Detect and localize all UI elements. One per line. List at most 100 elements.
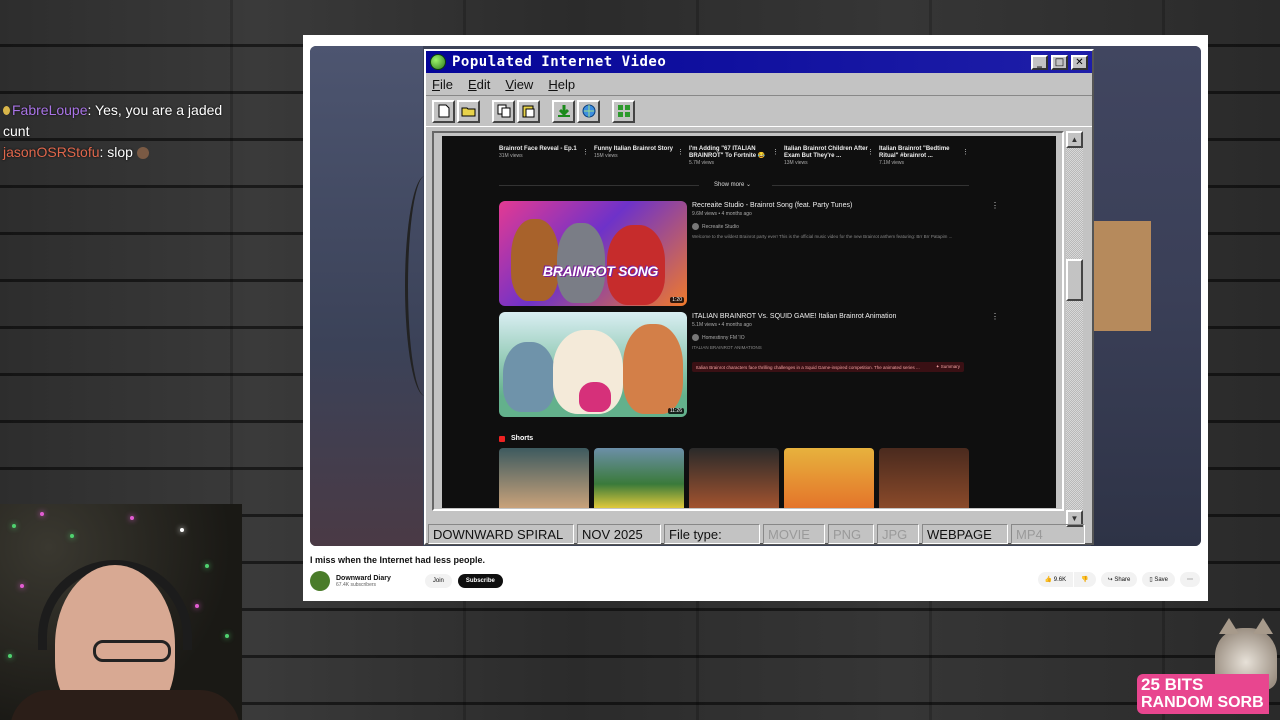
video-duration: 1:20 bbox=[670, 297, 684, 303]
channel-row: Downward Diary 67.4K subscribers Join Su… bbox=[310, 571, 503, 591]
ai-summary-bar[interactable]: Italian Brainrot characters face thrilli… bbox=[692, 362, 964, 372]
more-options-icon[interactable]: ⋮ bbox=[772, 148, 779, 156]
short-views: 31M views bbox=[499, 153, 523, 159]
divider bbox=[499, 185, 699, 186]
menu-file[interactable]: File bbox=[432, 77, 453, 92]
thumbnail-figure bbox=[579, 382, 611, 412]
chat-overlay: FabreLoupe: Yes, you are a jaded cunt ja… bbox=[0, 100, 240, 163]
short-card[interactable]: Italian Brainrot "Bedtime Ritual" #brain… bbox=[879, 136, 969, 166]
like-button[interactable]: 👍 9.6K bbox=[1037, 572, 1074, 587]
network-icon[interactable] bbox=[612, 99, 635, 123]
file-type-webpage[interactable]: WEBPAGE bbox=[922, 524, 1008, 544]
menu-view[interactable]: View bbox=[505, 77, 533, 92]
video-meta: 5.1M views • 4 months ago bbox=[692, 322, 752, 328]
summary-text: Italian Brainrot characters face thrilli… bbox=[696, 364, 920, 370]
video-description: ITALIAN BRAINROT ANIMATIONS bbox=[692, 345, 762, 350]
video-thumbnail[interactable]: BRAINROT SONG 1:20 bbox=[499, 201, 687, 306]
shorts-header: Shorts bbox=[499, 435, 533, 442]
share-button[interactable]: ↪ Share bbox=[1100, 572, 1138, 587]
retro-browser-window: Populated Internet Video _ □ ✕ File Edit… bbox=[424, 49, 1094, 545]
short-thumbnail[interactable] bbox=[879, 448, 969, 508]
browser-viewport: Brainrot Face Reveal - Ep.1 31M views ⋮ … bbox=[432, 131, 1064, 511]
file-type-jpg[interactable]: JPG bbox=[877, 524, 919, 544]
youtube-watch-page: Populated Internet Video _ □ ✕ File Edit… bbox=[303, 35, 1208, 601]
more-actions-button[interactable]: ⋯ bbox=[1180, 572, 1200, 587]
globe-refresh-icon[interactable] bbox=[577, 99, 600, 123]
video-result[interactable]: 11:26 ITALIAN BRAINROT Vs. SQUID GAME! I… bbox=[499, 312, 999, 417]
chat-text: : slop bbox=[99, 144, 133, 160]
emote-icon bbox=[136, 147, 149, 160]
short-card[interactable]: Funny Italian Brainrot Story 15M views ⋮ bbox=[594, 136, 684, 164]
short-views: 13M views bbox=[784, 160, 808, 166]
status-bar: DOWNWARD SPIRAL NOV 2025 File type: MOVI… bbox=[428, 523, 1090, 545]
bits-amount: 25 BITS bbox=[1141, 675, 1204, 694]
save-button[interactable]: ▯ Save bbox=[1142, 572, 1175, 587]
short-thumbnail[interactable] bbox=[784, 448, 874, 508]
more-options-icon[interactable]: ⋮ bbox=[867, 148, 874, 156]
embedded-youtube-page[interactable]: Brainrot Face Reveal - Ep.1 31M views ⋮ … bbox=[442, 136, 1056, 508]
short-card[interactable]: Italian Brainrot Children After Exam But… bbox=[784, 136, 874, 166]
video-title[interactable]: ITALIAN BRAINROT Vs. SQUID GAME! Italian… bbox=[692, 312, 967, 321]
short-title: Brainrot Face Reveal - Ep.1 bbox=[499, 146, 577, 152]
channel-name: Homestinny FM 'IO bbox=[702, 334, 745, 341]
action-bar: 👍 9.6K 👎 ↪ Share ▯ Save ⋯ bbox=[1033, 572, 1200, 587]
short-thumbnail[interactable] bbox=[594, 448, 684, 508]
more-options-icon[interactable]: ⋮ bbox=[677, 148, 684, 156]
channel-name[interactable]: Downward Diary bbox=[336, 575, 391, 582]
menu-help[interactable]: Help bbox=[548, 77, 575, 92]
channel-avatar bbox=[692, 223, 699, 230]
scroll-up-icon[interactable]: ▲ bbox=[1066, 131, 1083, 148]
short-card[interactable]: Brainrot Face Reveal - Ep.1 31M views ⋮ bbox=[499, 136, 589, 164]
video-duration: 11:26 bbox=[667, 408, 684, 414]
video-title[interactable]: Recreaite Studio - Brainrot Song (feat. … bbox=[692, 201, 967, 210]
thumbs-down-icon: 👎 bbox=[1081, 577, 1089, 583]
cat-ear bbox=[1253, 618, 1273, 634]
window-titlebar[interactable]: Populated Internet Video _ □ ✕ bbox=[426, 51, 1092, 73]
short-thumbnail[interactable] bbox=[689, 448, 779, 508]
channel-avatar[interactable] bbox=[310, 571, 330, 591]
short-card[interactable]: I'm Adding "67 ITALIAN BRAINROT" To Fort… bbox=[689, 136, 779, 166]
subscribe-button[interactable]: Subscribe bbox=[457, 574, 503, 588]
minimize-button[interactable]: _ bbox=[1031, 54, 1048, 70]
short-title: Funny Italian Brainrot Story bbox=[594, 146, 674, 152]
divider bbox=[772, 185, 969, 186]
status-date: NOV 2025 bbox=[577, 524, 661, 544]
channel-name: Recreaite Studio bbox=[702, 223, 739, 230]
paste-icon[interactable] bbox=[517, 99, 540, 123]
summary-label: ✦ Summary bbox=[935, 364, 960, 369]
maximize-button[interactable]: □ bbox=[1051, 54, 1068, 70]
copy-icon[interactable] bbox=[492, 99, 515, 123]
short-thumbnail[interactable] bbox=[499, 448, 589, 508]
subscriber-count: 67.4K subscribers bbox=[336, 581, 377, 588]
new-document-icon[interactable] bbox=[432, 99, 455, 123]
channel-avatar bbox=[692, 334, 699, 341]
close-button[interactable]: ✕ bbox=[1071, 54, 1088, 70]
file-type-movie[interactable]: MOVIE bbox=[763, 524, 825, 544]
file-type-png[interactable]: PNG bbox=[828, 524, 874, 544]
chat-message: jasonOSRStofu: slop bbox=[0, 142, 240, 163]
download-icon[interactable] bbox=[552, 99, 575, 123]
more-options-icon[interactable]: ⋮ bbox=[991, 201, 999, 210]
scroll-thumb[interactable] bbox=[1066, 259, 1083, 301]
vertical-scrollbar[interactable]: ▲ ▼ bbox=[1066, 131, 1083, 527]
video-result[interactable]: BRAINROT SONG 1:20 Recreaite Studio - Br… bbox=[499, 201, 999, 306]
more-options-icon[interactable]: ⋮ bbox=[962, 148, 969, 156]
video-channel[interactable]: Recreaite Studio bbox=[692, 223, 967, 230]
video-thumbnail[interactable]: 11:26 bbox=[499, 312, 687, 417]
video-player[interactable]: Populated Internet Video _ □ ✕ File Edit… bbox=[310, 46, 1201, 546]
chat-badge-icon bbox=[3, 106, 10, 115]
more-options-icon[interactable]: ⋮ bbox=[991, 312, 999, 321]
video-title: I miss when the Internet had less people… bbox=[310, 555, 486, 565]
menu-edit[interactable]: Edit bbox=[468, 77, 490, 92]
thumbnail-figure bbox=[623, 324, 683, 414]
status-file-type-label: File type: bbox=[664, 524, 760, 544]
join-button[interactable]: Join bbox=[424, 574, 452, 588]
more-options-icon[interactable]: ⋮ bbox=[582, 148, 589, 156]
dislike-button[interactable]: 👎 bbox=[1074, 572, 1096, 587]
open-folder-icon[interactable] bbox=[457, 99, 480, 123]
show-more-button[interactable]: Show more ⌄ bbox=[714, 181, 751, 188]
video-channel[interactable]: Homestinny FM 'IO bbox=[692, 334, 967, 341]
short-title: I'm Adding "67 ITALIAN BRAINROT" To Fort… bbox=[689, 146, 766, 159]
file-type-mp4[interactable]: MP4 bbox=[1011, 524, 1085, 544]
menu-bar: File Edit View Help bbox=[426, 73, 1092, 95]
